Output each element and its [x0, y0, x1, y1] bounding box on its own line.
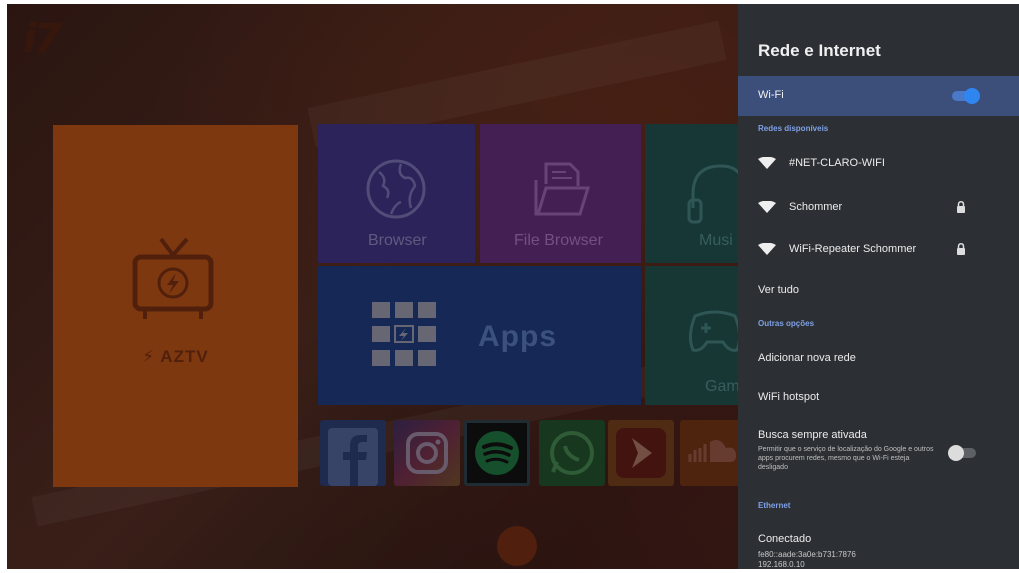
network-ssid: #NET-CLARO-WIFI	[789, 157, 885, 169]
panel-title: Rede e Internet	[758, 41, 881, 60]
ethernet-ipv4: 192.168.0.10	[758, 560, 805, 569]
other-options-header: Outras opções	[758, 319, 815, 328]
lock-icon	[957, 243, 965, 255]
wifi-hotspot-item[interactable]: WiFi hotspot	[758, 391, 819, 403]
ethernet-ipv6: fe80::aade:3a0e:b731:7876	[758, 550, 856, 559]
tv-screen: i7 ⚡ AZTV Browser File Browser Musi Apps…	[7, 4, 1019, 569]
network-ssid: Schommer	[789, 201, 843, 213]
lock-icon	[957, 201, 965, 213]
available-networks-header: Redes disponíveis	[758, 124, 829, 133]
ethernet-header: Ethernet	[758, 501, 791, 510]
wifi-signal-icon	[758, 201, 776, 213]
network-ssid: WiFi-Repeater Schommer	[789, 243, 917, 255]
see-all-networks[interactable]: Ver tudo	[758, 284, 799, 296]
add-network-item[interactable]: Adicionar nova rede	[758, 352, 856, 364]
ethernet-status: Conectado	[758, 533, 812, 545]
wifi-switch[interactable]	[952, 88, 980, 104]
scan-always-title: Busca sempre ativada	[758, 429, 867, 441]
scan-always-description: Permitir que o serviço de localização do…	[758, 446, 934, 471]
wifi-label: Wi-Fi	[758, 89, 784, 101]
wifi-toggle-row[interactable]: Wi-Fi	[738, 76, 1019, 116]
scan-always-switch[interactable]	[948, 445, 976, 461]
network-settings-panel: Rede e Internet Wi-Fi Redes disponíveis …	[738, 4, 1019, 569]
switch-knob	[964, 88, 980, 104]
wifi-signal-icon	[758, 243, 776, 255]
wifi-signal-icon	[758, 157, 776, 169]
switch-knob	[948, 445, 964, 461]
